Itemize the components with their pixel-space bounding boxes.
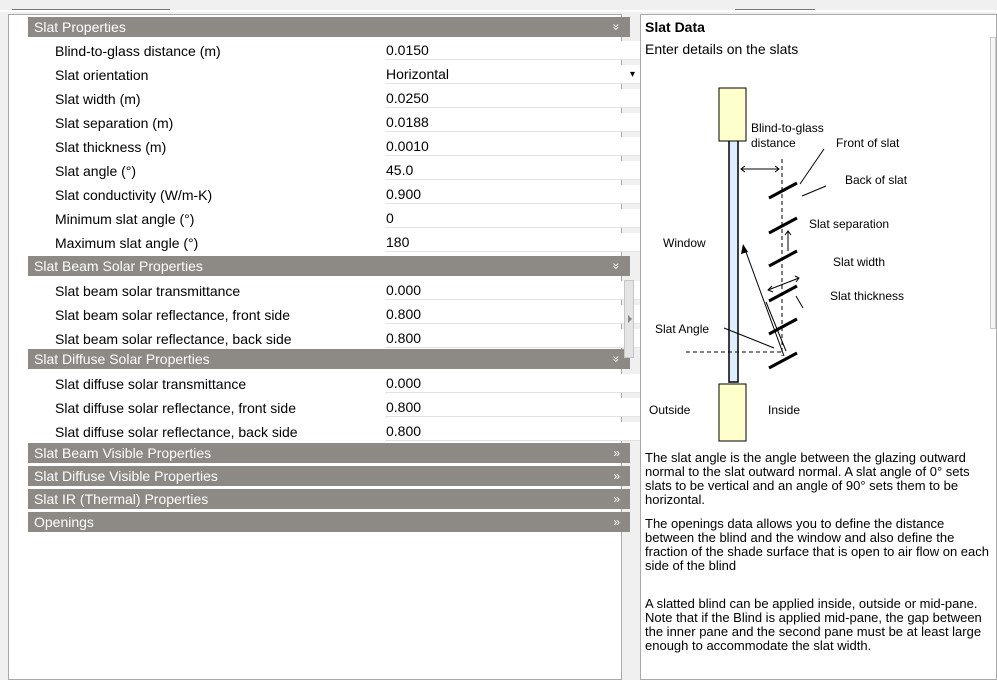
- collapse-chevron-icon[interactable]: »: [607, 263, 627, 270]
- slat-diagram: Blind-to-glass distance Front of slat Ba…: [646, 66, 957, 446]
- expand-chevron-icon[interactable]: »: [613, 466, 620, 486]
- section-header-slat-properties[interactable]: Slat Properties »: [28, 17, 630, 37]
- property-row: Slat separation (m) 0.0188: [28, 111, 640, 135]
- section-header-beam-solar[interactable]: Slat Beam Solar Properties »: [28, 256, 630, 276]
- label-blind-to-glass: Blind-to-glass: [751, 121, 824, 135]
- window-glass: [728, 119, 739, 383]
- label-front-of-slat: Front of slat: [836, 136, 900, 150]
- help-paragraph-openings: The openings data allows you to define t…: [645, 516, 989, 573]
- property-label: Slat separation (m): [55, 115, 174, 131]
- property-label: Blind-to-glass distance (m): [55, 43, 221, 59]
- section-header-diffuse-visible[interactable]: Slat Diffuse Visible Properties »: [28, 466, 630, 486]
- help-title: Slat Data: [645, 19, 705, 35]
- property-label: Slat beam solar reflectance, front side: [55, 307, 291, 323]
- property-label: Slat width (m): [55, 91, 141, 107]
- collapse-arrow-icon[interactable]: [628, 315, 632, 323]
- property-row: Slat angle (°) 45.0: [28, 159, 640, 183]
- slat-separation-field[interactable]: 0.0188: [385, 113, 640, 132]
- diffuse-solar-transmittance-field[interactable]: 0.000: [385, 374, 640, 393]
- beam-solar-reflectance-back-field[interactable]: 0.800: [385, 329, 640, 348]
- property-label: Slat angle (°): [55, 163, 137, 179]
- property-row: Slat beam solar reflectance, back side 0…: [28, 327, 640, 351]
- window-frame-top: [718, 87, 747, 142]
- property-row: Blind-to-glass distance (m) 0.0150: [28, 39, 640, 63]
- label-slat-angle: Slat Angle: [655, 322, 709, 336]
- window-frame-bottom: [718, 383, 747, 442]
- property-row: Slat width (m) 0.0250: [28, 87, 640, 111]
- beam-solar-transmittance-field[interactable]: 0.000: [385, 281, 640, 300]
- help-paragraph-placement: A slatted blind can be applied inside, o…: [645, 596, 982, 653]
- property-row: Slat diffuse solar reflectance, front si…: [28, 396, 640, 420]
- expand-chevron-icon[interactable]: »: [613, 443, 620, 463]
- property-row: Slat diffuse solar reflectance, back sid…: [28, 420, 640, 444]
- section-title: Slat Beam Solar Properties: [34, 258, 203, 274]
- diffuse-solar-reflectance-front-field[interactable]: 0.800: [385, 398, 640, 417]
- property-label: Slat diffuse solar reflectance, front si…: [55, 400, 296, 416]
- section-title: Slat Diffuse Solar Properties: [34, 351, 210, 367]
- property-row: Slat beam solar transmittance 0.000: [28, 279, 640, 303]
- label-distance: distance: [751, 136, 796, 150]
- property-label: Slat orientation: [55, 67, 149, 83]
- property-row: Slat diffuse solar transmittance 0.000: [28, 372, 640, 396]
- property-row: Slat thickness (m) 0.0010: [28, 135, 640, 159]
- section-title: Slat Diffuse Visible Properties: [34, 468, 218, 484]
- section-title: Slat Properties: [34, 19, 126, 35]
- tab-strip-edge: [0, 0, 997, 12]
- property-label: Slat thickness (m): [55, 139, 167, 155]
- minimum-slat-angle-field[interactable]: 0: [385, 209, 640, 228]
- select-value: Horizontal: [386, 66, 450, 82]
- property-row: Minimum slat angle (°) 0: [28, 207, 640, 231]
- label-outside: Outside: [649, 403, 691, 417]
- section-header-diffuse-solar[interactable]: Slat Diffuse Solar Properties »: [28, 349, 630, 369]
- property-label: Slat beam solar reflectance, back side: [55, 331, 292, 347]
- label-slat-separation: Slat separation: [809, 217, 889, 231]
- blind-to-glass-distance-field[interactable]: 0.0150: [385, 41, 640, 60]
- section-header-ir-thermal[interactable]: Slat IR (Thermal) Properties »: [28, 489, 630, 509]
- beam-solar-reflectance-front-field[interactable]: 0.800: [385, 305, 640, 324]
- slat-angle-field[interactable]: 45.0: [385, 161, 640, 180]
- property-label: Slat diffuse solar transmittance: [55, 376, 247, 392]
- property-row: Slat conductivity (W/m-K) 0.900: [28, 183, 640, 207]
- diffuse-solar-reflectance-back-field[interactable]: 0.800: [385, 422, 640, 441]
- tab-strip-highlight: [0, 10, 997, 12]
- section-title: Slat Beam Visible Properties: [34, 445, 212, 461]
- label-slat-width: Slat width: [833, 255, 885, 269]
- property-label: Slat beam solar transmittance: [55, 283, 241, 299]
- expand-chevron-icon[interactable]: »: [613, 489, 620, 509]
- label-inside: Inside: [768, 403, 800, 417]
- section-title: Slat IR (Thermal) Properties: [34, 491, 209, 507]
- expand-chevron-icon[interactable]: »: [613, 512, 620, 532]
- property-row: Slat orientation Horizontal ▾: [28, 63, 640, 87]
- slat-orientation-select[interactable]: Horizontal ▾: [385, 65, 640, 84]
- help-panel: Slat Data Enter details on the slats Bli…: [640, 14, 997, 680]
- slat-thickness-field[interactable]: 0.0010: [385, 137, 640, 156]
- help-paragraph-slat-angle: The slat angle is the angle between the …: [645, 450, 970, 507]
- collapse-chevron-icon[interactable]: »: [607, 24, 627, 31]
- label-slat-thickness: Slat thickness: [830, 289, 904, 303]
- slat-conductivity-field[interactable]: 0.900: [385, 185, 640, 204]
- property-label: Slat diffuse solar reflectance, back sid…: [55, 424, 298, 440]
- panel-splitter[interactable]: [624, 280, 634, 358]
- maximum-slat-angle-field[interactable]: 180: [385, 233, 640, 252]
- property-label: Slat conductivity (W/m-K): [55, 187, 213, 203]
- property-row: Slat beam solar reflectance, front side …: [28, 303, 640, 327]
- property-label: Maximum slat angle (°): [55, 235, 199, 251]
- property-row: Maximum slat angle (°) 180: [28, 231, 640, 255]
- help-subtitle: Enter details on the slats: [645, 41, 799, 57]
- dropdown-arrow-icon[interactable]: ▾: [630, 65, 635, 84]
- section-header-openings[interactable]: Openings »: [28, 512, 630, 532]
- label-window: Window: [663, 236, 706, 250]
- property-label: Minimum slat angle (°): [55, 211, 195, 227]
- section-header-beam-visible[interactable]: Slat Beam Visible Properties »: [28, 443, 630, 463]
- label-back-of-slat: Back of slat: [845, 173, 908, 187]
- section-title: Openings: [34, 514, 94, 530]
- help-scrollbar[interactable]: [990, 37, 996, 329]
- property-grid: Slat Properties » Blind-to-glass distanc…: [8, 14, 640, 680]
- slat-width-field[interactable]: 0.0250: [385, 89, 640, 108]
